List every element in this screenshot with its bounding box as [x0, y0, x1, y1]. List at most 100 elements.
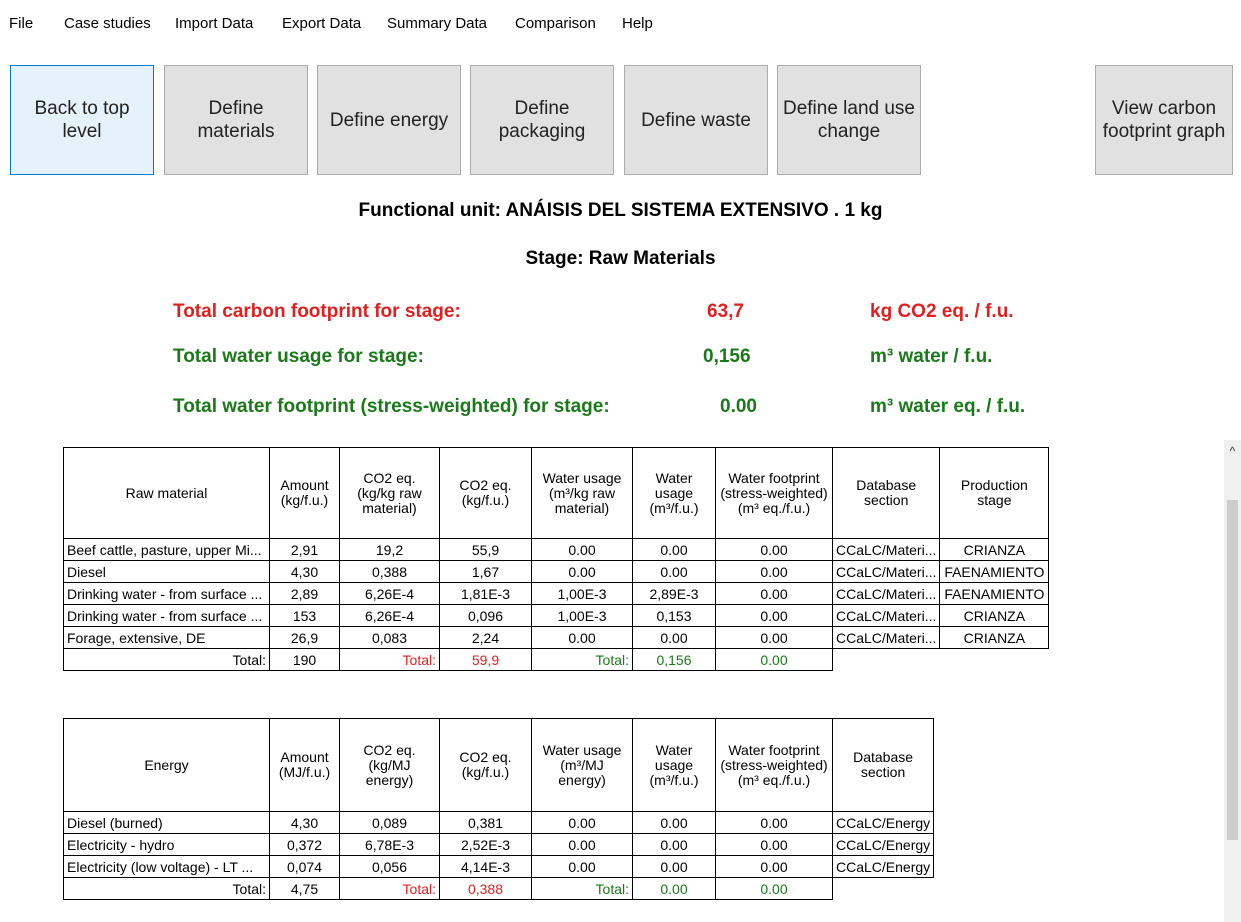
cell-database-section[interactable]: CCaLC/Materi... [831, 538, 941, 561]
menu-comparison[interactable]: Comparison [515, 15, 596, 32]
define-packaging-button[interactable]: Define packaging [470, 65, 614, 175]
col-header-production-stage[interactable]: Production stage [939, 447, 1050, 539]
cell-co2-per-kg[interactable]: 6,26E-4 [339, 604, 440, 627]
cell-energy[interactable]: Electricity - hydro [63, 833, 270, 856]
cell-amount[interactable]: 4,30 [269, 811, 340, 834]
back-to-top-level-button[interactable]: Back to top level [10, 65, 154, 175]
table-row[interactable]: Diesel 4,30 0,388 1,67 0.00 0.00 0.00 CC… [63, 560, 1050, 583]
col-header-water-per-fu[interactable]: Water usage (m³/f.u.) [632, 718, 716, 812]
cell-water-per-fu[interactable]: 0.00 [632, 833, 716, 856]
cell-co2-per-fu[interactable]: 2,24 [439, 626, 532, 649]
cell-water-per-kg[interactable]: 0.00 [531, 626, 633, 649]
cell-material[interactable]: Drinking water - from surface ... [63, 582, 270, 605]
cell-co2-per-kg[interactable]: 0,388 [339, 560, 440, 583]
cell-amount[interactable]: 0,074 [269, 855, 340, 878]
cell-energy[interactable]: Electricity (low voltage) - LT ... [63, 855, 270, 878]
table-row[interactable]: Diesel (burned) 4,30 0,089 0,381 0.00 0.… [63, 811, 935, 834]
col-header-amount[interactable]: Amount (kg/f.u.) [269, 447, 340, 539]
cell-production-stage[interactable]: CRIANZA [939, 604, 1050, 627]
cell-database-section[interactable]: CCaLC/Materi... [831, 626, 941, 649]
cell-water-footprint[interactable]: 0.00 [715, 582, 833, 605]
vertical-scrollbar[interactable]: ^ [1224, 440, 1241, 922]
cell-co2-per-mj[interactable]: 6,78E-3 [339, 833, 440, 856]
cell-water-per-fu[interactable]: 0.00 [632, 855, 716, 878]
col-header-co2-per-kg[interactable]: CO2 eq. (kg/kg raw material) [339, 447, 440, 539]
cell-production-stage[interactable]: CRIANZA [939, 626, 1050, 649]
col-header-co2-per-fu[interactable]: CO2 eq. (kg/f.u.) [439, 718, 532, 812]
col-header-raw-material[interactable]: Raw material [63, 447, 270, 539]
cell-water-footprint[interactable]: 0.00 [715, 626, 833, 649]
cell-material[interactable]: Forage, extensive, DE [63, 626, 270, 649]
define-waste-button[interactable]: Define waste [624, 65, 768, 175]
cell-co2-per-fu[interactable]: 4,14E-3 [439, 855, 532, 878]
col-header-co2-per-fu[interactable]: CO2 eq. (kg/f.u.) [439, 447, 532, 539]
cell-production-stage[interactable]: CRIANZA [939, 538, 1050, 561]
col-header-energy[interactable]: Energy [63, 718, 270, 812]
cell-database-section[interactable]: CCaLC/Materi... [831, 604, 941, 627]
cell-amount[interactable]: 0,372 [269, 833, 340, 856]
cell-amount[interactable]: 153 [269, 604, 340, 627]
cell-water-per-fu[interactable]: 0.00 [632, 560, 716, 583]
cell-production-stage[interactable]: FAENAMIENTO [939, 560, 1050, 583]
define-materials-button[interactable]: Define materials [164, 65, 308, 175]
chevron-up-icon[interactable]: ^ [1224, 444, 1241, 458]
cell-database-section[interactable]: CCaLC/Energy [831, 811, 935, 834]
cell-water-per-fu[interactable]: 0.00 [632, 538, 716, 561]
cell-co2-per-fu[interactable]: 0,096 [439, 604, 532, 627]
scrollbar-thumb[interactable] [1227, 500, 1238, 840]
col-header-water-footprint[interactable]: Water footprint (stress-weighted) (m³ eq… [715, 718, 833, 812]
cell-water-per-fu[interactable]: 0.00 [632, 811, 716, 834]
cell-energy[interactable]: Diesel (burned) [63, 811, 270, 834]
col-header-water-per-fu[interactable]: Water usage (m³/f.u.) [632, 447, 716, 539]
table-row[interactable]: Beef cattle, pasture, upper Mi... 2,91 1… [63, 538, 1050, 561]
cell-water-footprint[interactable]: 0.00 [715, 560, 833, 583]
cell-water-per-kg[interactable]: 1,00E-3 [531, 582, 633, 605]
cell-water-per-kg[interactable]: 1,00E-3 [531, 604, 633, 627]
table-row[interactable]: Drinking water - from surface ... 2,89 6… [63, 582, 1050, 605]
cell-co2-per-fu[interactable]: 0,381 [439, 811, 532, 834]
cell-co2-per-kg[interactable]: 6,26E-4 [339, 582, 440, 605]
define-land-use-change-button[interactable]: Define land use change [777, 65, 921, 175]
cell-amount[interactable]: 4,30 [269, 560, 340, 583]
cell-water-footprint[interactable]: 0.00 [715, 855, 833, 878]
table-row[interactable]: Forage, extensive, DE 26,9 0,083 2,24 0.… [63, 626, 1050, 649]
cell-co2-per-kg[interactable]: 0,083 [339, 626, 440, 649]
col-header-water-per-mj[interactable]: Water usage (m³/MJ energy) [531, 718, 633, 812]
cell-database-section[interactable]: CCaLC/Energy [831, 833, 935, 856]
cell-co2-per-mj[interactable]: 0,056 [339, 855, 440, 878]
cell-water-per-mj[interactable]: 0.00 [531, 811, 633, 834]
view-carbon-footprint-graph-button[interactable]: View carbon footprint graph [1095, 65, 1233, 175]
menu-help[interactable]: Help [622, 15, 653, 32]
col-header-database-section[interactable]: Database section [831, 447, 941, 539]
cell-amount[interactable]: 26,9 [269, 626, 340, 649]
cell-water-footprint[interactable]: 0.00 [715, 811, 833, 834]
cell-water-per-mj[interactable]: 0.00 [531, 833, 633, 856]
col-header-co2-per-mj[interactable]: CO2 eq. (kg/MJ energy) [339, 718, 440, 812]
cell-amount[interactable]: 2,91 [269, 538, 340, 561]
cell-amount[interactable]: 2,89 [269, 582, 340, 605]
col-header-water-per-kg[interactable]: Water usage (m³/kg raw material) [531, 447, 633, 539]
cell-co2-per-fu[interactable]: 1,67 [439, 560, 532, 583]
menu-file[interactable]: File [9, 15, 33, 32]
table-row[interactable]: Electricity (low voltage) - LT ... 0,074… [63, 855, 935, 878]
cell-water-per-kg[interactable]: 0.00 [531, 538, 633, 561]
menu-export-data[interactable]: Export Data [282, 15, 361, 32]
cell-water-footprint[interactable]: 0.00 [715, 604, 833, 627]
cell-material[interactable]: Diesel [63, 560, 270, 583]
col-header-database-section[interactable]: Database section [831, 718, 935, 812]
cell-material[interactable]: Beef cattle, pasture, upper Mi... [63, 538, 270, 561]
cell-material[interactable]: Drinking water - from surface ... [63, 604, 270, 627]
cell-co2-per-kg[interactable]: 19,2 [339, 538, 440, 561]
cell-co2-per-fu[interactable]: 2,52E-3 [439, 833, 532, 856]
cell-water-per-fu[interactable]: 0,153 [632, 604, 716, 627]
table-row[interactable]: Electricity - hydro 0,372 6,78E-3 2,52E-… [63, 833, 935, 856]
table-row[interactable]: Drinking water - from surface ... 153 6,… [63, 604, 1050, 627]
cell-database-section[interactable]: CCaLC/Energy [831, 855, 935, 878]
cell-water-per-mj[interactable]: 0.00 [531, 855, 633, 878]
cell-production-stage[interactable]: FAENAMIENTO [939, 582, 1050, 605]
cell-water-per-fu[interactable]: 0.00 [632, 626, 716, 649]
cell-water-footprint[interactable]: 0.00 [715, 833, 833, 856]
cell-water-per-fu[interactable]: 2,89E-3 [632, 582, 716, 605]
cell-co2-per-fu[interactable]: 55,9 [439, 538, 532, 561]
col-header-amount[interactable]: Amount (MJ/f.u.) [269, 718, 340, 812]
